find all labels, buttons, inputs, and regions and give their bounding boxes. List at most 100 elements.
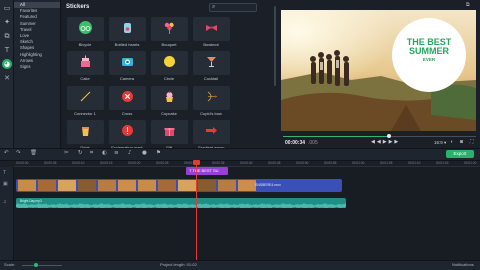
sticker-icon xyxy=(164,128,175,136)
sticker-icon xyxy=(82,127,89,136)
next-frame-icon[interactable]: ▶▶ xyxy=(389,139,401,145)
sticker-tile[interactable] xyxy=(151,51,188,75)
audio-track-icon[interactable]: ♫ xyxy=(3,199,7,205)
ruler-tick-label: 00:00:45 xyxy=(268,161,281,165)
panel-title: Stickers xyxy=(66,4,90,10)
sticker-tile[interactable] xyxy=(67,51,104,75)
seek-handle[interactable] xyxy=(387,134,391,138)
crop-icon[interactable]: ⌗ xyxy=(90,150,93,157)
search-input[interactable] xyxy=(209,3,257,12)
ruler-tick-label: 00:01:05 xyxy=(380,161,393,165)
ruler-tick-label: 00:00:05 xyxy=(44,161,57,165)
filters-icon[interactable]: ✦ xyxy=(2,17,12,27)
titles-icon[interactable]: T xyxy=(2,45,12,55)
sticker-tile[interactable] xyxy=(109,17,146,41)
sticker-icon xyxy=(207,91,217,102)
video-thumbnails xyxy=(18,180,256,191)
sticker-icon xyxy=(122,58,133,66)
delete-icon[interactable]: 🗑 xyxy=(30,150,37,156)
seek-progress xyxy=(283,136,389,137)
rotate-icon[interactable]: ↻ xyxy=(78,150,83,156)
sticker-tile[interactable] xyxy=(67,86,104,110)
sticker-label: Circle xyxy=(163,76,175,81)
ruler-tick-label: 00:00:35 xyxy=(212,161,225,165)
ruler-tick-label: 00:01:00 xyxy=(352,161,365,165)
video-track-icon[interactable]: ▣ xyxy=(3,181,8,187)
transport-controls: ◀◀▶▶▶ xyxy=(371,139,400,145)
detach-preview-icon[interactable]: ⧉ xyxy=(466,2,470,8)
video-thumbnail xyxy=(118,180,136,191)
undo-icon[interactable]: ↶ xyxy=(4,150,9,156)
record-icon[interactable]: ● xyxy=(142,150,147,156)
marker-icon[interactable]: ⚑ xyxy=(156,150,161,156)
sticker-icon xyxy=(124,23,131,33)
more-tools-icon[interactable]: ✕ xyxy=(2,73,12,83)
snapshot-icon[interactable]: ◙ xyxy=(460,139,463,145)
audio-icon[interactable]: ♪ xyxy=(128,150,132,156)
export-button[interactable]: Export xyxy=(446,150,474,158)
category-item[interactable]: Signs xyxy=(14,64,60,70)
sticker-tile[interactable] xyxy=(67,120,104,144)
video-thumbnail xyxy=(38,180,56,191)
sticker-label: Cocktail xyxy=(203,76,219,81)
sticker-tile[interactable] xyxy=(193,51,230,75)
tool-rail: ▭ ✦ ⧉ T ◕ ✕ xyxy=(0,0,14,148)
scale-slider[interactable] xyxy=(22,265,62,266)
video-clip[interactable] xyxy=(16,179,342,192)
sticker-tile[interactable] xyxy=(109,51,146,75)
redo-icon[interactable]: ↷ xyxy=(16,150,21,156)
overlay-title: THE BEST SUMMER EVER xyxy=(405,38,453,63)
video-thumbnail xyxy=(198,180,216,191)
sticker-icon xyxy=(206,25,217,31)
title-track-icon[interactable]: T xyxy=(3,170,6,176)
prev-frame-icon[interactable]: ◀◀ xyxy=(371,139,383,145)
split-icon[interactable]: ✂ xyxy=(64,150,69,156)
scale-label: Scale: xyxy=(4,262,16,267)
sticker-tile[interactable] xyxy=(193,120,230,144)
scale-slider-handle[interactable] xyxy=(34,263,38,267)
color-icon[interactable]: ◐ xyxy=(102,150,107,156)
title-clip[interactable]: T THE BEST SU xyxy=(186,167,228,175)
sticker-tile[interactable] xyxy=(193,17,230,41)
video-thumbnail xyxy=(158,180,176,191)
properties-icon[interactable]: ≡ xyxy=(114,150,119,156)
sticker-tile[interactable] xyxy=(151,86,188,110)
aspect-ratio-select[interactable]: 16:9 ▾ xyxy=(434,140,446,146)
transitions-icon[interactable]: ⧉ xyxy=(2,31,12,41)
sticker-icon xyxy=(122,125,133,136)
video-thumbnail xyxy=(138,180,156,191)
sticker-tile[interactable] xyxy=(151,120,188,144)
sticker-icon xyxy=(81,55,90,67)
video-thumbnail xyxy=(218,180,236,191)
playhead-handle[interactable] xyxy=(193,160,200,165)
ruler-tick-label: 00:00:00 xyxy=(16,161,29,165)
fullscreen-icon[interactable]: ⛶ xyxy=(470,139,474,145)
sticker-tile[interactable] xyxy=(193,86,230,110)
sticker-label: Connector 1 xyxy=(74,111,96,116)
ruler-tick-label: 00:00:10 xyxy=(72,161,85,165)
project-length: Project length: 01:02 xyxy=(160,262,197,267)
audio-clip[interactable] xyxy=(16,198,346,208)
sticker-label: Bicycle xyxy=(78,42,92,47)
current-time-fraction: .005 xyxy=(308,140,318,146)
sticker-tile[interactable] xyxy=(109,86,146,110)
video-thumbnail xyxy=(58,180,76,191)
ruler-tick-label: 00:00:50 xyxy=(296,161,309,165)
sticker-icon xyxy=(79,21,92,34)
panel-scrollbar[interactable] xyxy=(274,6,276,86)
video-thumbnail xyxy=(98,180,116,191)
sticker-tile[interactable] xyxy=(67,17,104,41)
playhead[interactable] xyxy=(196,161,197,260)
waveform-path xyxy=(16,202,346,208)
import-icon[interactable]: ▭ xyxy=(2,3,12,13)
volume-icon[interactable]: ◖ xyxy=(450,139,453,145)
sticker-icon xyxy=(122,91,133,102)
sticker-tile[interactable] xyxy=(109,120,146,144)
notifications-link[interactable]: Notifications xyxy=(452,262,474,267)
sticker-tile[interactable] xyxy=(151,17,188,41)
sticker-label: Cake xyxy=(80,76,90,81)
video-thumbnail xyxy=(18,180,36,191)
overlay-line-2: SUMMER xyxy=(409,46,449,56)
video-clip-label: SNS8ERE4.mov xyxy=(255,183,281,187)
stickers-icon[interactable]: ◕ xyxy=(2,59,12,69)
